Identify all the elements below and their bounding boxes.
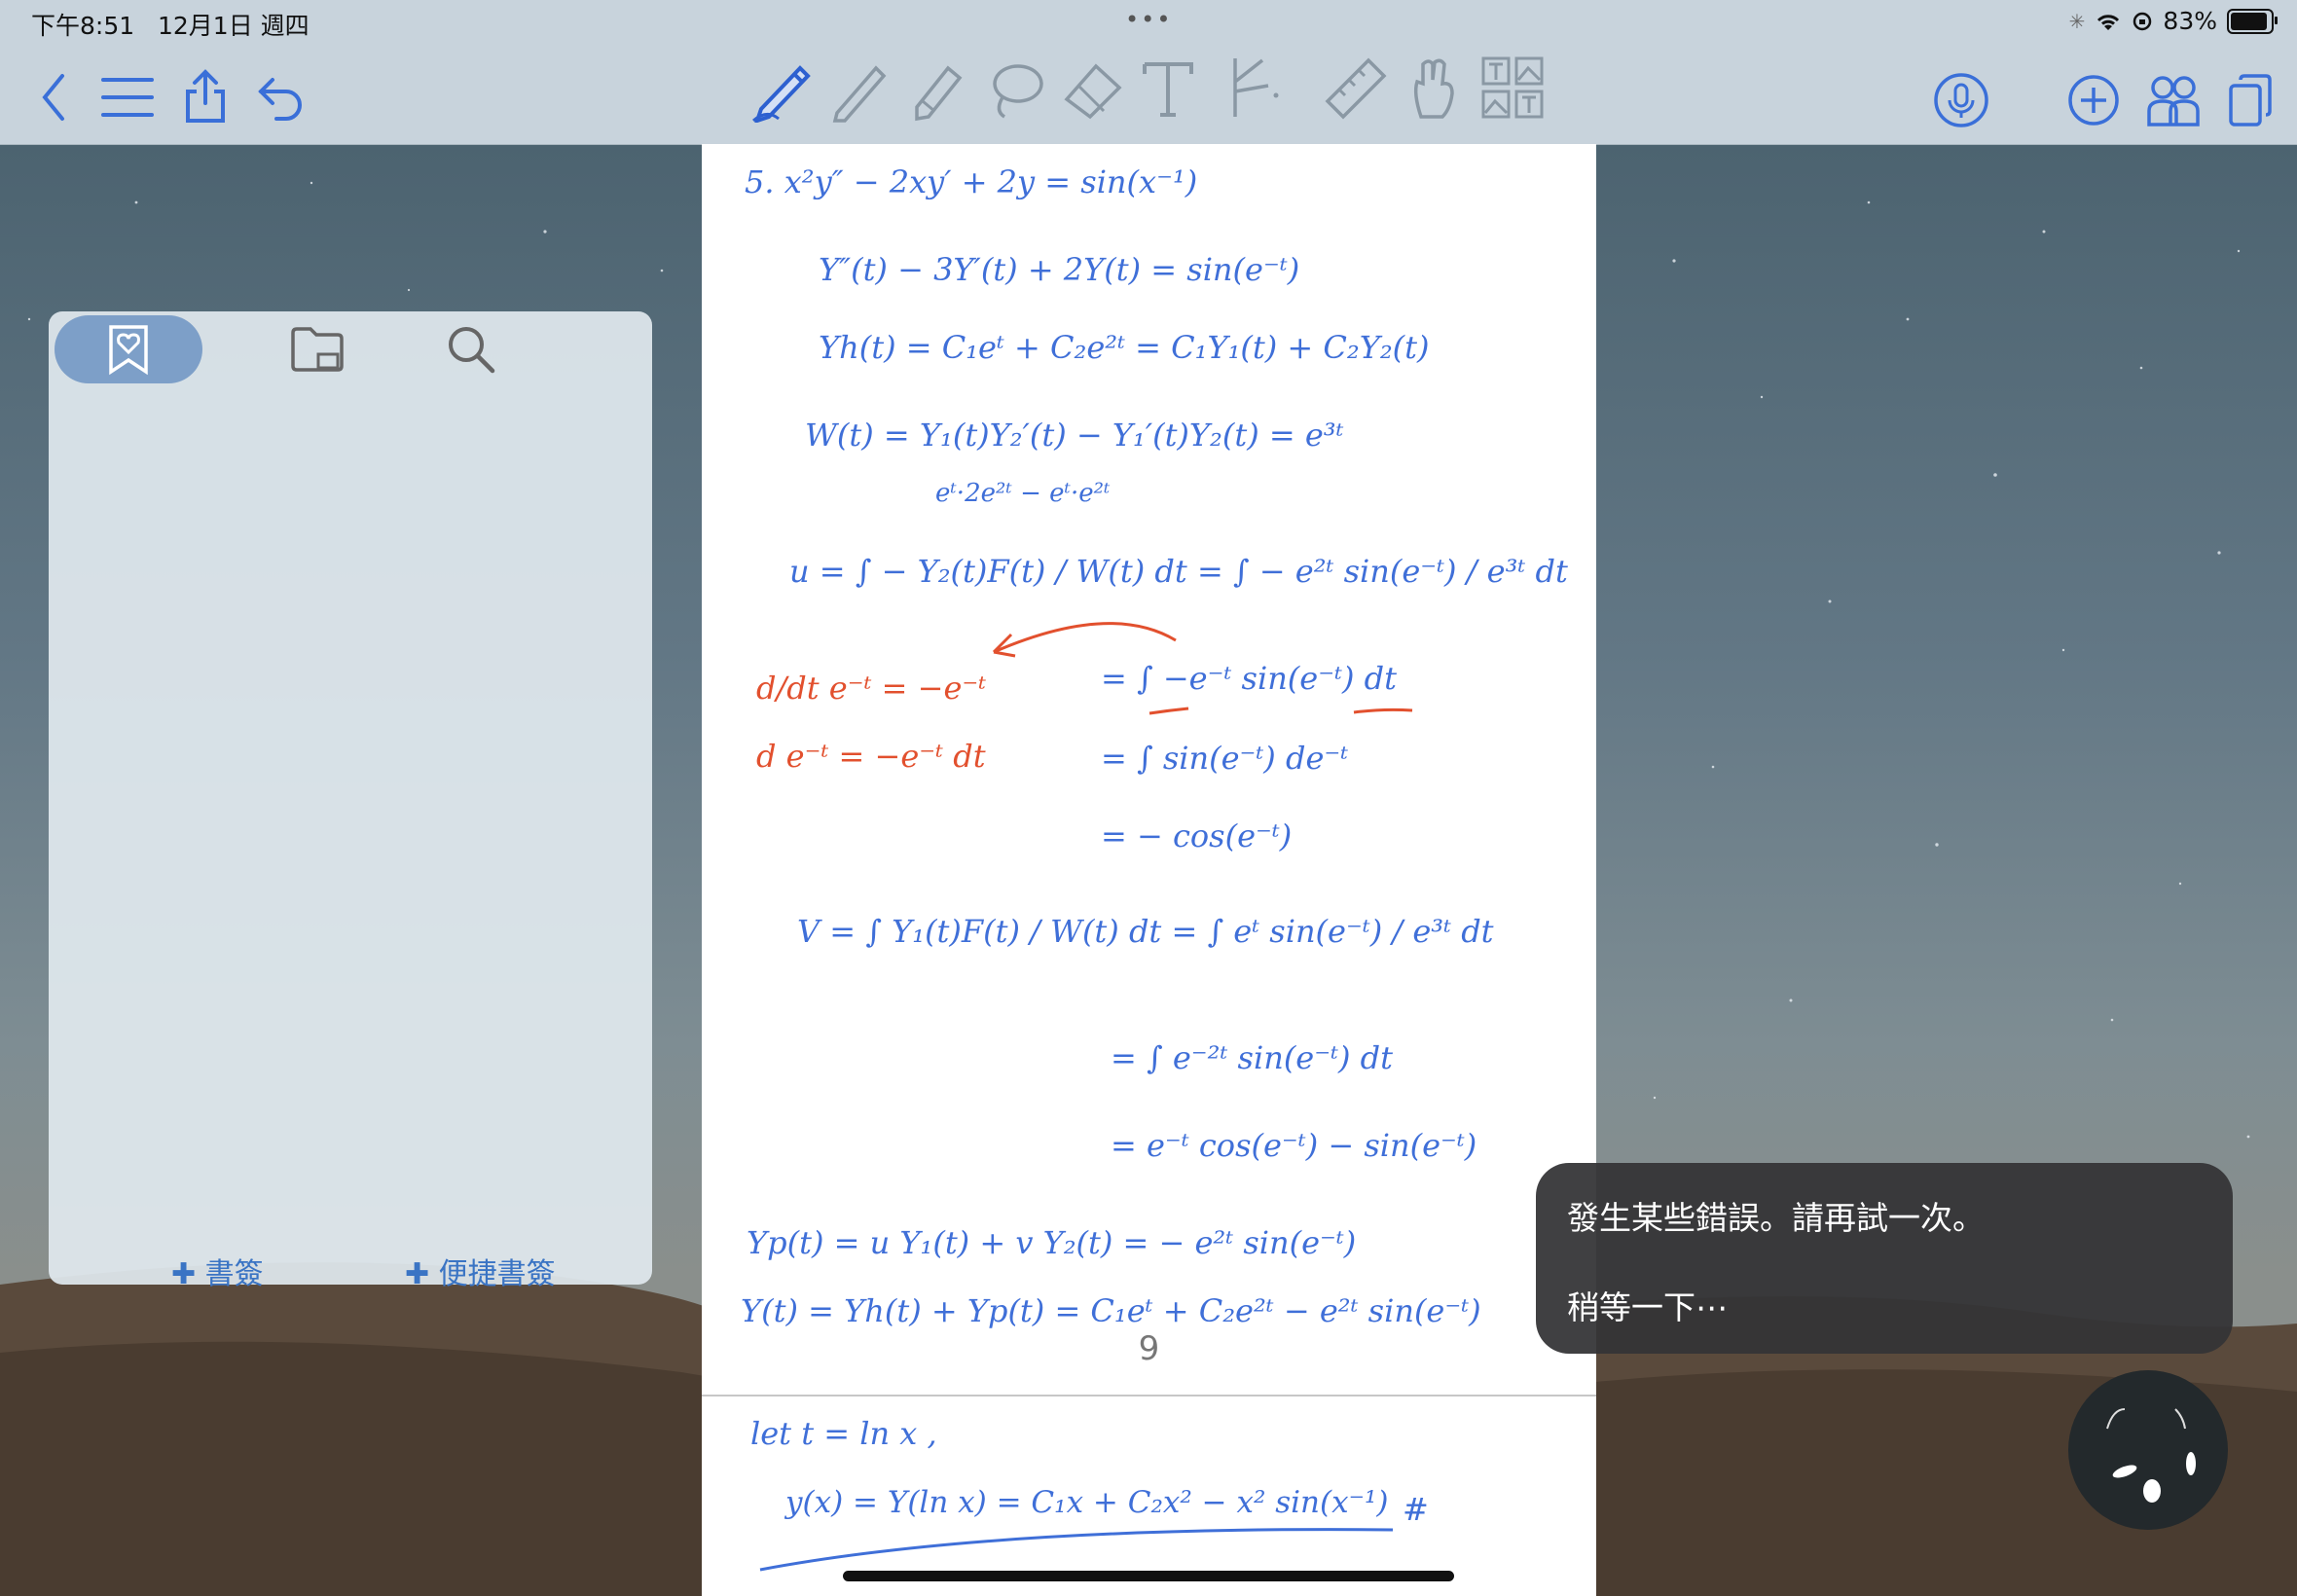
microphone-icon[interactable]: [1933, 72, 1989, 128]
back-icon[interactable]: [31, 72, 76, 123]
hand-icon[interactable]: [1409, 54, 1458, 123]
lasso-icon[interactable]: [983, 54, 1047, 123]
page-divider: [702, 1395, 1596, 1396]
note-line: #: [1403, 1491, 1429, 1528]
note-line: = e⁻ᵗ cos(e⁻ᵗ) − sin(e⁻ᵗ): [1111, 1127, 1477, 1164]
tab-folders[interactable]: [243, 315, 391, 383]
highlighter-icon[interactable]: [903, 54, 967, 123]
undo-icon[interactable]: [257, 74, 306, 121]
pencil-icon[interactable]: [827, 54, 892, 123]
home-indicator[interactable]: [843, 1571, 1454, 1581]
orientation-lock-icon: [2133, 12, 2152, 30]
share-icon[interactable]: [183, 68, 228, 125]
eraser-icon[interactable]: [1061, 56, 1125, 121]
pen-icon[interactable]: [749, 53, 818, 123]
annotation-arrow: [759, 622, 1413, 1572]
assistant-orb-icon[interactable]: [2068, 1370, 2228, 1530]
status-time: 下午8:51 12月1日 週四: [31, 12, 310, 40]
note-line: y(x) = Y(ln x) = C₁x + C₂x² − x² sin(x⁻¹…: [785, 1485, 1389, 1520]
tab-bookmarks[interactable]: [55, 315, 202, 383]
folder-icon: [291, 327, 344, 372]
battery-percent: 83%: [2163, 7, 2217, 35]
red-note: d/dt e⁻ᵗ = −e⁻ᵗ: [756, 670, 987, 707]
status-right: ✳ 83%: [2068, 7, 2278, 35]
add-bookmark-button[interactable]: ✚ 書簽: [171, 1250, 264, 1292]
note-line: = ∫ −e⁻ᵗ sin(e⁻ᵗ) dt: [1101, 660, 1397, 697]
note-line: Y(t) = Yh(t) + Yp(t) = C₁eᵗ + C₂e²ᵗ − e²…: [741, 1292, 1481, 1329]
note-line: let t = ln x ,: [750, 1415, 937, 1452]
note-line: = ∫ sin(e⁻ᵗ) de⁻ᵗ: [1101, 740, 1349, 777]
toast-message: 發生某些錯誤。請再試一次。: [1567, 1199, 1985, 1237]
note-line: = ∫ e⁻²ᵗ sin(e⁻ᵗ) dt: [1111, 1039, 1394, 1076]
note-line: V = ∫ Y₁(t)F(t) / W(t) dt = ∫ eᵗ sin(e⁻ᵗ…: [797, 913, 1494, 950]
status-bar: 下午8:51 12月1日 週四 ••• ✳ 83%: [0, 0, 2297, 45]
collaborate-icon[interactable]: [2145, 72, 2202, 128]
note-line: = − cos(e⁻ᵗ): [1101, 817, 1293, 854]
tab-search[interactable]: [397, 315, 545, 383]
search-icon: [449, 327, 495, 374]
wifi-icon: [2097, 14, 2120, 30]
toast-hint: 稍等一下⋯: [1567, 1288, 1728, 1326]
notebook-page[interactable]: 5. x²y″ − 2xy′ + 2y = sin(x⁻¹) Y″(t) − 3…: [702, 144, 1596, 1596]
top-toolbar: [0, 45, 2297, 145]
error-toast: 發生某些錯誤。請再試一次。 稍等一下⋯: [1536, 1163, 2233, 1354]
red-note: d e⁻ᵗ = −e⁻ᵗ dt: [756, 738, 986, 775]
add-quick-bookmark-button[interactable]: ✚ 便捷書簽: [405, 1250, 556, 1292]
image-text-icon[interactable]: [1479, 54, 1546, 123]
add-icon[interactable]: [2067, 74, 2120, 127]
battery-icon: [2227, 8, 2278, 34]
text-tool-icon[interactable]: [1139, 54, 1197, 123]
bookmark-sidebar: ✚ 書簽 ✚ 便捷書簽: [49, 311, 652, 1291]
note-line: Yp(t) = u Y₁(t) + v Y₂(t) = − e²ᵗ sin(e⁻…: [747, 1224, 1357, 1261]
page-number: 9: [1138, 1329, 1160, 1368]
element-tool-icon[interactable]: [1212, 53, 1280, 123]
pages-icon[interactable]: [2227, 72, 2274, 128]
activity-icon: ✳: [2068, 9, 2086, 33]
multitasking-dots-icon[interactable]: •••: [1125, 6, 1172, 33]
bookmark-icon: [109, 325, 148, 376]
ruler-icon[interactable]: [1324, 56, 1388, 121]
menu-icon[interactable]: [101, 74, 154, 121]
